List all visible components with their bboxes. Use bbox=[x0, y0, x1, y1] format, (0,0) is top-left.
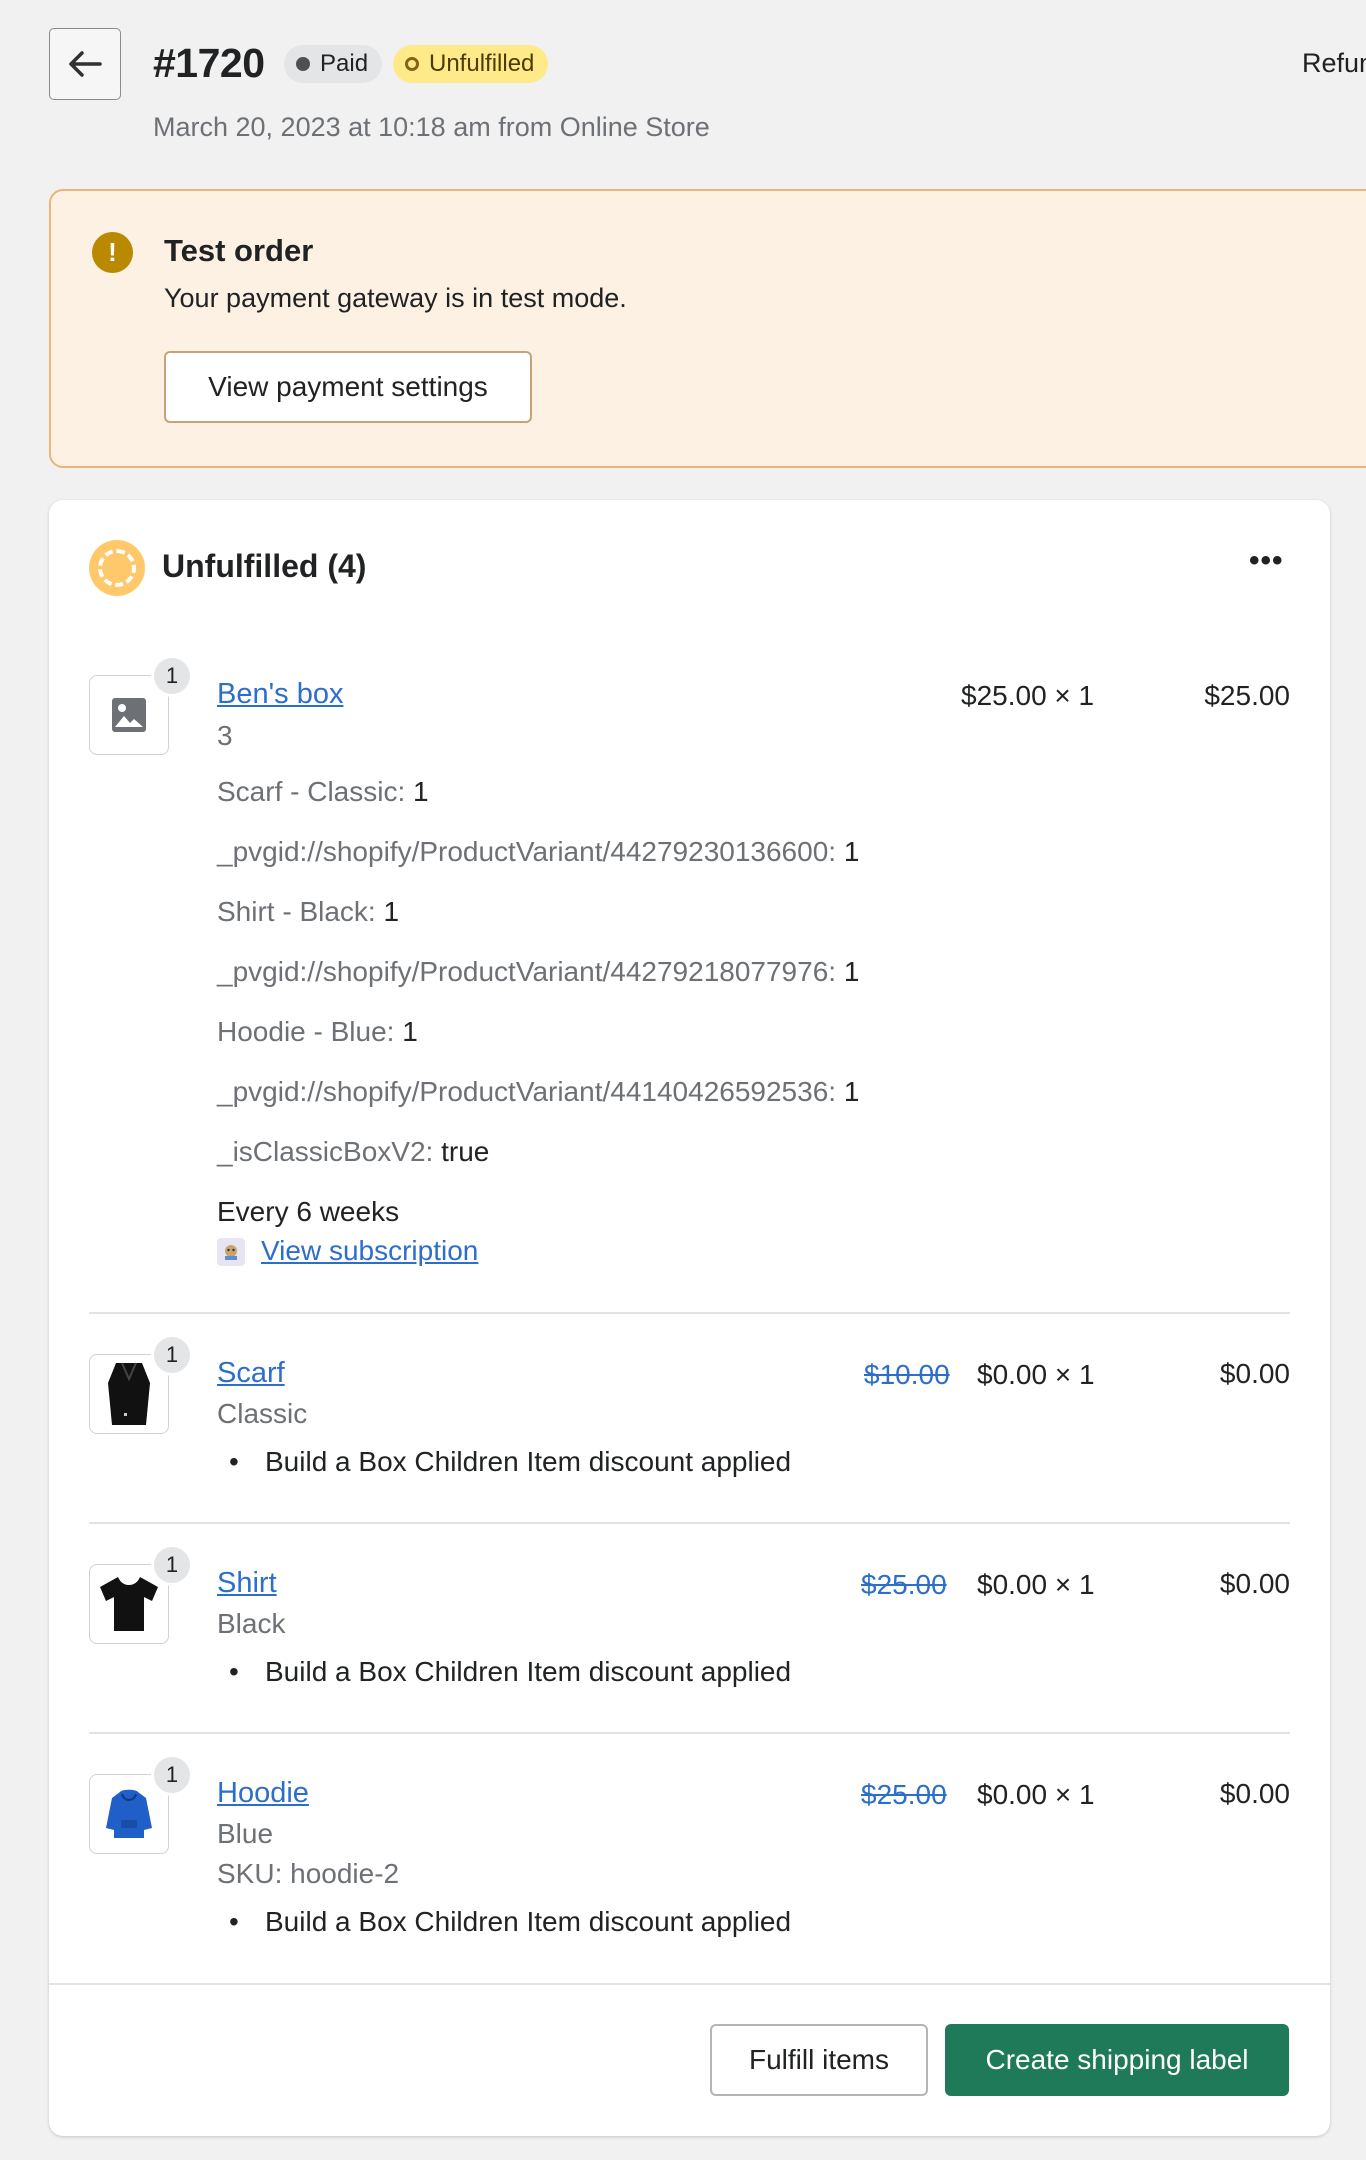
create-shipping-label-button[interactable]: Create shipping label bbox=[945, 2024, 1289, 2096]
unit-price: $0.00 × 1 bbox=[977, 1569, 1095, 1600]
card-title: Unfulfilled (4) bbox=[162, 548, 367, 584]
divider bbox=[89, 1312, 1290, 1314]
property-value: 1 bbox=[843, 956, 860, 987]
property-value: true bbox=[441, 1136, 490, 1167]
property-key: Shirt - Black: bbox=[217, 896, 376, 927]
property-row: Scarf - Classic: 1 bbox=[217, 776, 429, 808]
fulfill-items-button[interactable]: Fulfill items bbox=[710, 2024, 928, 2096]
divider bbox=[89, 1732, 1290, 1734]
property-row: _pvgid://shopify/ProductVariant/44140426… bbox=[217, 1076, 859, 1108]
original-price: $10.00 bbox=[864, 1359, 950, 1390]
property-row: _pvgid://shopify/ProductVariant/44279218… bbox=[217, 956, 859, 988]
view-payment-settings-button[interactable]: View payment settings bbox=[164, 351, 532, 423]
quantity-badge: 1 bbox=[151, 1334, 193, 1376]
unfulfilled-dot-icon bbox=[405, 57, 419, 71]
unit-price: $25.00 × 1 bbox=[961, 680, 1095, 711]
product-variant: Classic bbox=[217, 1398, 308, 1429]
back-button[interactable] bbox=[49, 28, 121, 100]
property-key: _isClassicBoxV2: bbox=[217, 1136, 434, 1167]
property-value: 1 bbox=[843, 836, 860, 867]
product-sku: SKU: hoodie-2 bbox=[217, 1858, 400, 1889]
subscription-app-icon bbox=[217, 1238, 245, 1266]
property-row: Hoodie - Blue: 1 bbox=[217, 1016, 418, 1048]
paid-dot-icon bbox=[296, 57, 310, 71]
discount-note: Build a Box Children Item discount appli… bbox=[229, 1446, 791, 1478]
line-total: $0.00 bbox=[1219, 1778, 1290, 1809]
test-order-banner: ! Test order Your payment gateway is in … bbox=[49, 189, 1366, 468]
property-row: _isClassicBoxV2: true bbox=[217, 1136, 489, 1168]
order-number: #1720 bbox=[153, 40, 265, 86]
property-key: _pvgid://shopify/ProductVariant/44279230… bbox=[217, 836, 837, 867]
product-variant: 3 bbox=[217, 720, 233, 751]
unit-price: $0.00 × 1 bbox=[977, 1359, 1095, 1390]
unfulfilled-badge-label: Unfulfilled bbox=[429, 50, 535, 77]
unfulfilled-card: Unfulfilled (4) ••• 1 Ben's box 3 $25.00… bbox=[49, 500, 1330, 2136]
discount-note: Build a Box Children Item discount appli… bbox=[229, 1656, 791, 1688]
quantity-badge: 1 bbox=[151, 655, 193, 697]
alert-circle-icon: ! bbox=[92, 232, 133, 273]
quantity-badge: 1 bbox=[151, 1754, 193, 1796]
property-value: 1 bbox=[402, 1016, 418, 1047]
property-value: 1 bbox=[383, 896, 400, 927]
line-total: $25.00 bbox=[1204, 680, 1290, 711]
product-variant: Black bbox=[217, 1608, 286, 1639]
product-variant: Blue bbox=[217, 1818, 274, 1849]
property-key: Hoodie - Blue: bbox=[217, 1016, 395, 1047]
arrow-left-icon bbox=[69, 51, 102, 77]
property-value: 1 bbox=[413, 776, 429, 807]
discount-note: Build a Box Children Item discount appli… bbox=[229, 1906, 791, 1938]
quantity-badge: 1 bbox=[151, 1544, 193, 1586]
original-price: $25.00 bbox=[861, 1569, 947, 1600]
view-subscription-link[interactable]: View subscription bbox=[261, 1235, 478, 1267]
product-link-shirt[interactable]: Shirt bbox=[217, 1567, 277, 1600]
product-link-scarf[interactable]: Scarf bbox=[217, 1357, 285, 1390]
property-key: _pvgid://shopify/ProductVariant/44140426… bbox=[217, 1076, 837, 1107]
original-price: $25.00 bbox=[861, 1779, 947, 1810]
property-row: _pvgid://shopify/ProductVariant/44279230… bbox=[217, 836, 859, 868]
product-link-bens-box[interactable]: Ben's box bbox=[217, 678, 343, 711]
unit-price: $0.00 × 1 bbox=[977, 1779, 1095, 1810]
property-row: Shirt - Black: 1 bbox=[217, 896, 399, 928]
banner-title: Test order bbox=[164, 233, 314, 268]
more-actions-icon[interactable]: ••• bbox=[1249, 544, 1284, 578]
divider bbox=[89, 1522, 1290, 1524]
order-subtitle: March 20, 2023 at 10:18 am from Online S… bbox=[153, 112, 710, 142]
subscription-frequency: Every 6 weeks bbox=[217, 1196, 400, 1227]
paid-badge: Paid bbox=[284, 45, 383, 83]
unfulfilled-badge: Unfulfilled bbox=[393, 45, 549, 83]
property-key: _pvgid://shopify/ProductVariant/44279218… bbox=[217, 956, 837, 987]
unfulfilled-status-icon bbox=[89, 540, 145, 596]
line-total: $0.00 bbox=[1219, 1568, 1290, 1599]
card-footer-divider bbox=[49, 1983, 1330, 1985]
property-value: 1 bbox=[843, 1076, 860, 1107]
paid-badge-label: Paid bbox=[320, 50, 369, 77]
product-link-hoodie[interactable]: Hoodie bbox=[217, 1777, 309, 1810]
property-key: Scarf - Classic: bbox=[217, 776, 406, 807]
banner-text: Your payment gateway is in test mode. bbox=[164, 283, 627, 313]
refund-button[interactable]: Refund bbox=[1302, 48, 1366, 79]
line-total: $0.00 bbox=[1219, 1358, 1290, 1389]
